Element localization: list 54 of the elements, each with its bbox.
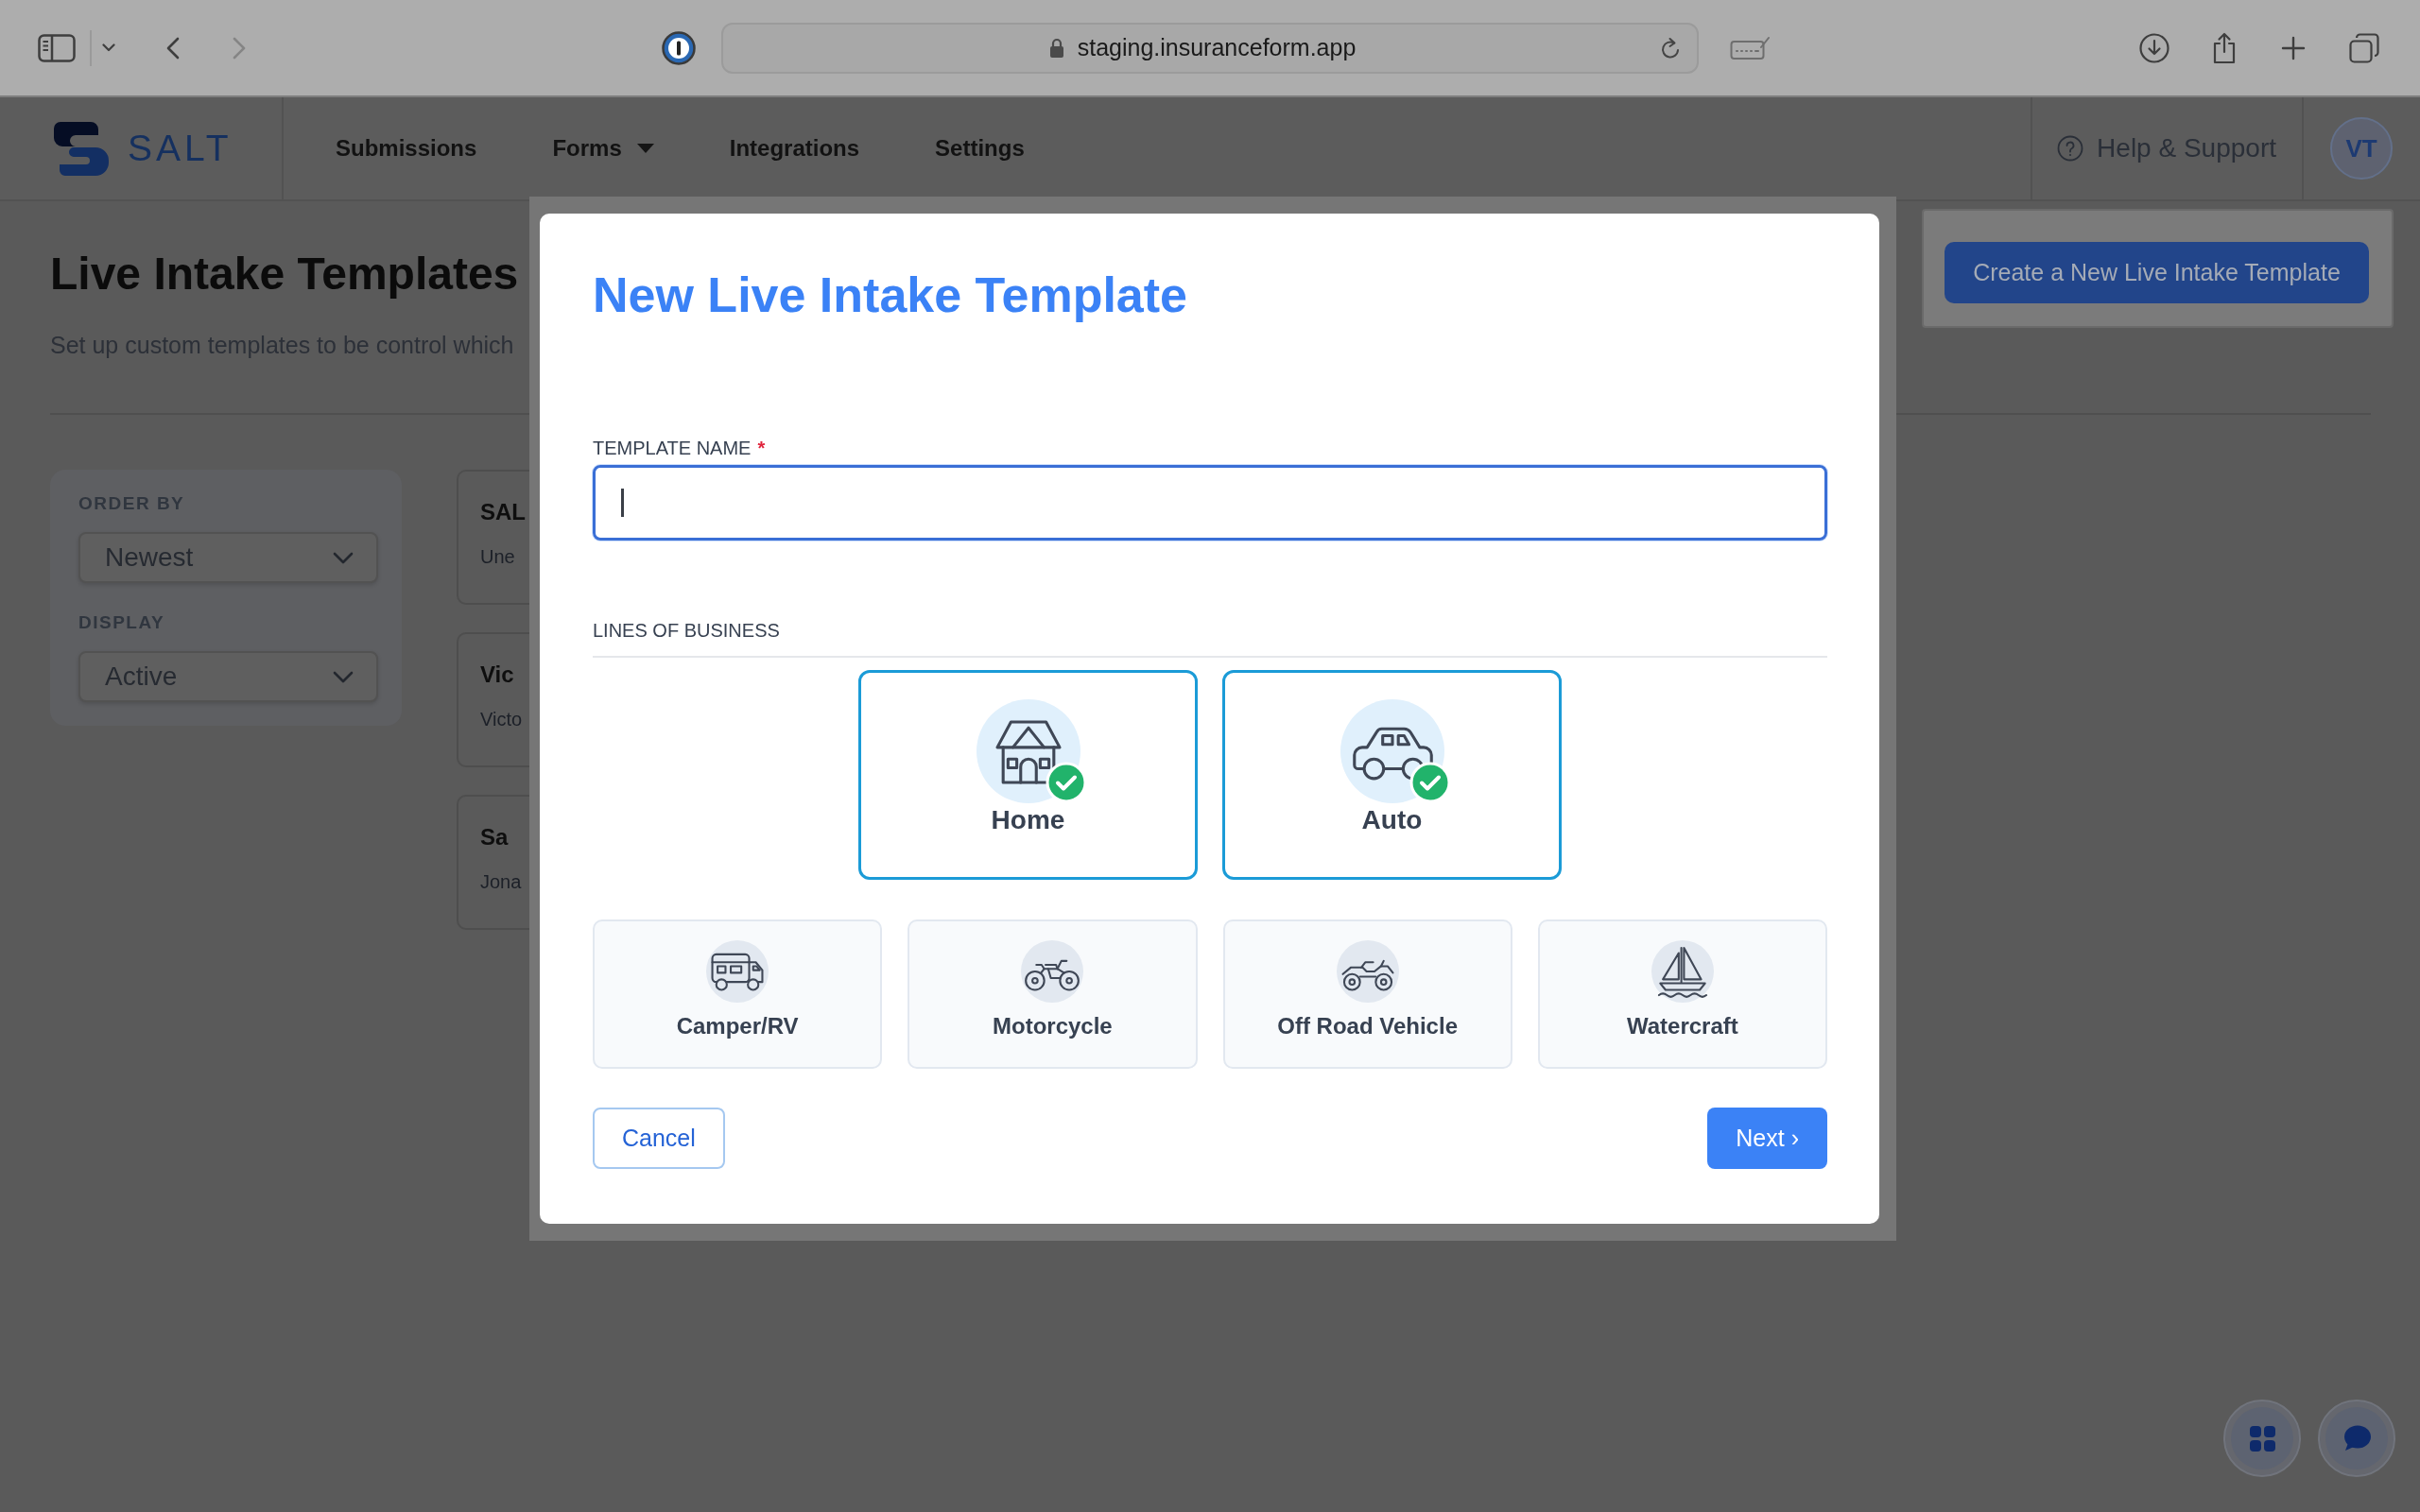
- template-name: Sa: [480, 823, 510, 851]
- chat-bubble-icon: [2342, 1425, 2371, 1452]
- tabs-icon[interactable]: [2349, 32, 2379, 63]
- camper-van-icon: [706, 940, 769, 1003]
- create-template-button[interactable]: Create a New Live Intake Template: [1945, 242, 2369, 303]
- next-button[interactable]: Next ›: [1707, 1108, 1827, 1169]
- modal-title: New Live Intake Template: [593, 266, 1189, 324]
- logo-text: SALT: [128, 127, 233, 170]
- cancel-button[interactable]: Cancel: [593, 1108, 725, 1169]
- filter-select[interactable]: Newest: [78, 532, 378, 583]
- download-icon[interactable]: [2139, 32, 2169, 63]
- check-badge-icon: [1045, 762, 1087, 803]
- avatar-button[interactable]: VT: [2330, 117, 2393, 180]
- plus-icon[interactable]: [2281, 35, 2306, 60]
- section-label: LINES OF BUSINESS: [593, 619, 781, 642]
- template-name-field[interactable]: [593, 465, 1827, 541]
- filter-select[interactable]: Active: [78, 651, 378, 702]
- keyhole-icon[interactable]: [662, 30, 696, 65]
- motorcycle-icon: [1021, 940, 1084, 1003]
- chevron-down-icon[interactable]: [102, 43, 115, 52]
- check-badge-icon: [1409, 762, 1451, 803]
- logo-icon[interactable]: [52, 119, 111, 178]
- reload-icon[interactable]: [1659, 35, 1682, 60]
- nav-link[interactable]: Forms: [552, 134, 654, 163]
- help-icon: [2057, 135, 2084, 162]
- lock-icon: [1048, 37, 1064, 59]
- nav-link[interactable]: Integrations: [729, 134, 860, 163]
- caret-icon: [636, 144, 654, 153]
- text-cursor-icon: [621, 489, 624, 517]
- page-title: Live Intake Templates: [50, 248, 519, 301]
- line-of-business-tile[interactable]: Watercraft: [1537, 919, 1827, 1069]
- chevron-down-icon: [333, 551, 354, 564]
- template-description: Victo: [480, 708, 524, 730]
- chevron-down-icon: [333, 670, 354, 683]
- line-of-business-tile[interactable]: Auto: [1222, 670, 1562, 880]
- line-of-business-tile[interactable]: Home: [858, 670, 1198, 880]
- line-of-business-tile[interactable]: Motorcycle: [908, 919, 1198, 1069]
- field-label: TEMPLATE NAME: [593, 437, 752, 459]
- required-mark: *: [757, 437, 766, 459]
- template-description: Jona: [480, 870, 523, 893]
- share-icon[interactable]: [2212, 31, 2237, 64]
- nav-link[interactable]: Submissions: [336, 134, 477, 163]
- line-of-business-tile[interactable]: Camper/RV: [593, 919, 883, 1069]
- grid-icon: [2249, 1425, 2275, 1452]
- quad-bike-icon: [1336, 940, 1399, 1003]
- sidebar-icon[interactable]: [38, 33, 76, 62]
- line-of-business-tile[interactable]: Off Road Vehicle: [1222, 919, 1512, 1069]
- back-icon[interactable]: [166, 36, 180, 60]
- template-name: SAL: [480, 498, 527, 526]
- sailboat-icon: [1651, 940, 1714, 1003]
- template-name: Vic: [480, 661, 515, 689]
- template-description: Une: [480, 545, 516, 568]
- nav-link[interactable]: Settings: [935, 134, 1025, 163]
- address-bar[interactable]: staging.insuranceform.app: [721, 22, 1699, 74]
